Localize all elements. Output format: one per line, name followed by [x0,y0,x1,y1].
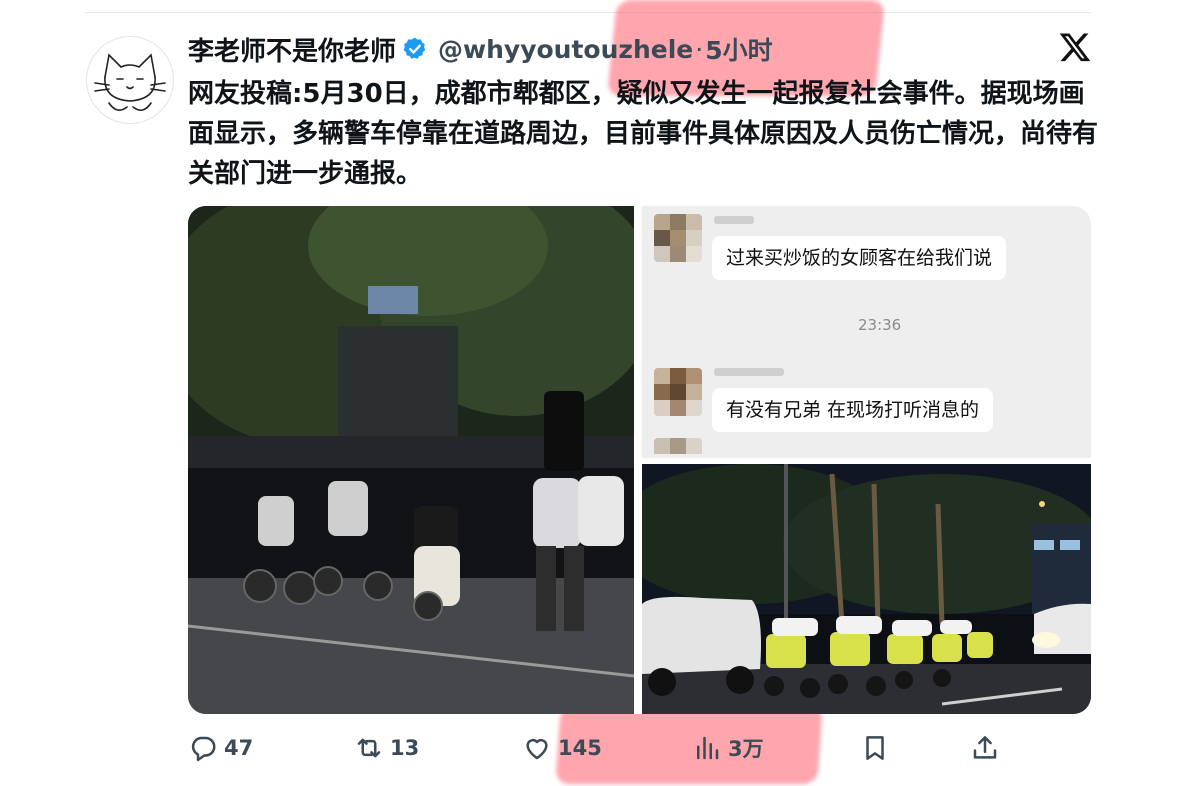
chat-message-2: 有没有兄弟 在现场打听消息的 [712,388,994,432]
tweet-text: 网友投稿:5月30日，成都市郫都区，疑似又发生一起报复社会事件。据现场画面显示，… [188,79,1099,189]
views-button[interactable]: 3万 [692,728,764,768]
bookmark-button[interactable] [860,728,890,768]
chat-timestamp: 23:36 [858,316,902,334]
like-button[interactable]: 145 [522,728,602,768]
x-logo-icon[interactable] [1058,30,1092,64]
like-count: 145 [558,736,602,760]
photo-night-crowd[interactable] [188,206,634,714]
reply-button[interactable]: 47 [188,728,253,768]
retweet-button[interactable]: 13 [354,728,419,768]
photo-chat-screenshot[interactable]: 过来买炒饭的女顾客在给我们说 23:36 有没有兄弟 在现场打听消息的 [642,206,1091,458]
photo-police-motorcycles[interactable] [642,464,1091,714]
handle[interactable]: @whyyoutouzhele [438,35,693,64]
action-bar: 47 13 145 3万 [188,728,998,768]
pixelated-avatar-2 [654,368,702,416]
retweet-icon [357,738,381,758]
pixelated-avatar-1 [654,214,702,262]
blurred-name-1 [714,216,754,224]
blurred-name-2 [714,368,784,376]
reply-count: 47 [224,736,254,760]
top-divider [84,12,1092,13]
avatar[interactable] [86,36,174,124]
share-icon [973,736,997,759]
timestamp[interactable]: 5小时 [705,31,772,67]
reply-icon [191,736,216,762]
cat-doodle-icon [94,53,166,111]
views-count: 3万 [728,737,764,761]
pixelated-avatar-3 [654,438,702,458]
bookmark-icon [866,736,884,760]
verified-badge-icon [403,37,426,59]
separator-dot: · [695,34,704,64]
media-grid: 过来买炒饭的女顾客在给我们说 23:36 有没有兄弟 在现场打听消息的 [188,206,1091,714]
share-button[interactable] [970,728,1000,768]
views-chart-icon [697,736,719,760]
chat-message-1: 过来买炒饭的女顾客在给我们说 [712,236,1007,280]
retweet-count: 13 [390,736,420,760]
display-name[interactable]: 李老师不是你老师 [188,31,396,68]
heart-icon [526,739,548,760]
tweet-header: 李老师不是你老师 @whyyoutouzhele · 5小时 [188,26,773,72]
